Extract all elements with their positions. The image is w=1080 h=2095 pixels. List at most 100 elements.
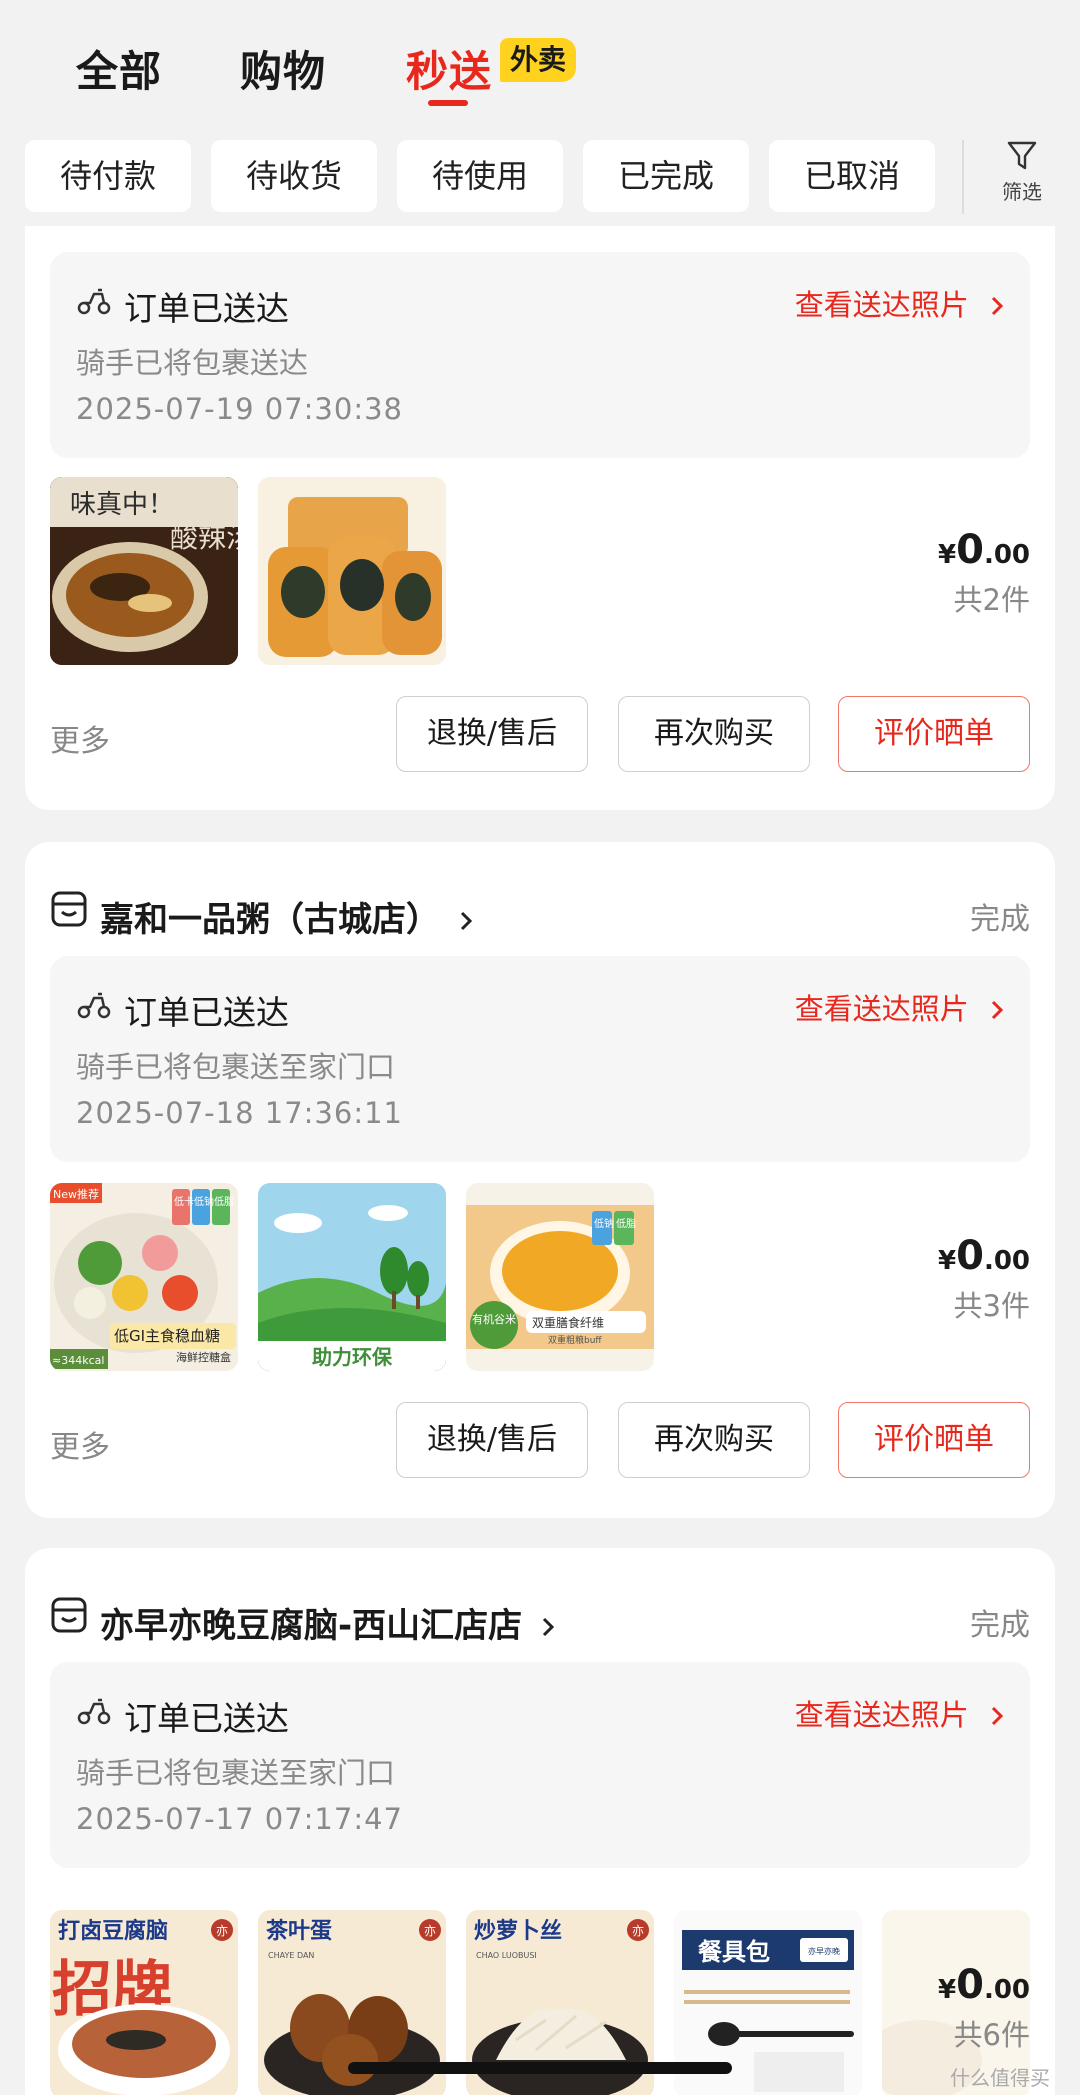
top-tabs: 全部 购物 秒送 外卖 — [0, 28, 1080, 118]
view-delivery-photo-link[interactable]: 查看送达照片 — [795, 1692, 1006, 1734]
order-status: 完成 — [970, 1608, 1030, 1643]
scooter-icon — [77, 992, 111, 1019]
product-image-sour-soup[interactable]: 味真中！ 酸辣汤 — [50, 477, 238, 665]
order-price-block: ¥0.00 共2件 — [938, 527, 1030, 619]
delivery-subtitle: 骑手已将包裹送至家门口 — [76, 1050, 396, 1084]
product-image-tofu-pudding[interactable]: 打卤豆腐脑 亦 招牌 — [50, 1910, 238, 2095]
delivery-time: 2025-07-18 17:36:11 — [76, 1096, 403, 1130]
svg-text:亦: 亦 — [216, 1923, 228, 1938]
svg-text:低脂: 低脂 — [214, 1195, 234, 1208]
filter-button[interactable]: 筛选 — [988, 140, 1056, 214]
product-image-seaweed-fritter[interactable] — [258, 477, 446, 665]
more-button[interactable]: 更多 — [50, 716, 110, 760]
svg-text:低GI主食稳血糖: 低GI主食稳血糖 — [114, 1327, 220, 1345]
more-button[interactable]: 更多 — [50, 1422, 110, 1466]
chevron-right-icon — [542, 1617, 555, 1637]
delivery-title: 订单已送达 — [124, 1699, 289, 1738]
order-price: ¥0.00 — [938, 527, 1030, 573]
order-status: 完成 — [970, 902, 1030, 937]
filter-divider — [962, 140, 964, 214]
review-button[interactable]: 评价晒单 — [838, 696, 1030, 772]
return-aftersale-button[interactable]: 退换/售后 — [396, 1402, 588, 1478]
store-name[interactable]: 嘉和一品粥（古城店） — [100, 892, 474, 941]
tab-instant-delivery[interactable]: 秒送 — [406, 38, 492, 106]
tab-shopping[interactable]: 购物 — [240, 38, 326, 99]
takeout-badge: 外卖 — [500, 38, 577, 82]
svg-text:亦早亦晚: 亦早亦晚 — [808, 1946, 840, 1956]
order-actions: 更多 退换/售后 再次购买 评价晒单 — [50, 696, 1030, 772]
svg-text:低钠: 低钠 — [194, 1195, 214, 1208]
svg-text:打卤豆腐脑: 打卤豆腐脑 — [58, 1918, 168, 1944]
svg-text:双重膳食纤维: 双重膳食纤维 — [532, 1315, 604, 1330]
thumb-text-1: 味真中！ — [70, 490, 174, 520]
svg-text:亦: 亦 — [424, 1923, 436, 1938]
order-card[interactable]: 订单已送达 骑手已将包裹送达 2025-07-19 07:30:38 查看送达照… — [25, 200, 1055, 810]
filter-button-label: 筛选 — [1002, 180, 1042, 204]
filter-completed[interactable]: 已完成 — [583, 140, 749, 212]
svg-text:≈344kcal: ≈344kcal — [52, 1354, 104, 1367]
delivery-title: 订单已送达 — [124, 993, 289, 1032]
product-thumbnails: New推荐 低卡 低钠 低脂 低GI主食稳血糖 海鲜控糖盒 ≈344kcal 助… — [50, 1183, 1030, 1373]
store-name-label: 嘉和一品粥（古城店） — [100, 900, 440, 940]
order-price-block: ¥0.00 共6件 — [938, 1962, 1030, 2054]
delivery-status-box: 订单已送达 骑手已将包裹送至家门口 2025-07-18 17:36:11 查看… — [50, 956, 1030, 1162]
store-row[interactable]: 亦早亦晚豆腐脑-西山汇店店 完成 — [50, 1594, 1030, 1647]
delivery-subtitle: 骑手已将包裹送达 — [76, 346, 309, 380]
store-icon — [51, 1597, 87, 1633]
order-item-count: 共2件 — [953, 583, 1030, 617]
svg-text:CHAYE DAN: CHAYE DAN — [268, 1951, 314, 1960]
product-image-salad-bowl[interactable]: New推荐 低卡 低钠 低脂 低GI主食稳血糖 海鲜控糖盒 ≈344kcal — [50, 1183, 238, 1371]
view-delivery-photo-label: 查看送达照片 — [794, 992, 969, 1026]
order-card[interactable]: 嘉和一品粥（古城店） 完成 订单已送达 骑手已将包裹送至家门口 2025-07-… — [25, 842, 1055, 1518]
svg-text:茶叶蛋: 茶叶蛋 — [266, 1919, 332, 1944]
filter-cancelled[interactable]: 已取消 — [769, 140, 935, 212]
filter-pending-receipt[interactable]: 待收货 — [211, 140, 377, 212]
chevron-right-icon — [991, 1000, 1004, 1020]
svg-text:有机谷米: 有机谷米 — [472, 1312, 516, 1326]
svg-text:助力环保: 助力环保 — [312, 1345, 393, 1369]
scooter-icon — [77, 288, 111, 315]
store-icon — [51, 891, 87, 927]
filter-row: 待付款 待收货 待使用 已完成 已取消 筛选 — [0, 138, 1080, 214]
delivery-title: 订单已送达 — [124, 289, 289, 328]
order-item-count: 共6件 — [953, 2018, 1030, 2052]
order-price: ¥0.00 — [938, 1233, 1030, 1279]
view-delivery-photo-label: 查看送达照片 — [794, 288, 969, 322]
product-image-eco[interactable]: 助力环保 — [258, 1183, 446, 1371]
svg-text:餐具包: 餐具包 — [698, 1938, 770, 1966]
view-delivery-photo-label: 查看送达照片 — [794, 1698, 969, 1732]
view-delivery-photo-link[interactable]: 查看送达照片 — [795, 282, 1006, 324]
home-indicator[interactable] — [348, 2062, 732, 2074]
svg-text:双重粗粮buff: 双重粗粮buff — [548, 1334, 602, 1346]
store-row[interactable]: 嘉和一品粥（古城店） 完成 — [50, 888, 1030, 941]
tab-all[interactable]: 全部 — [76, 38, 162, 99]
delivery-status-box: 订单已送达 骑手已将包裹送达 2025-07-19 07:30:38 查看送达照… — [50, 252, 1030, 458]
scooter-icon — [77, 1698, 111, 1725]
order-price-block: ¥0.00 共3件 — [938, 1233, 1030, 1325]
delivery-subtitle: 骑手已将包裹送至家门口 — [76, 1756, 396, 1790]
order-card[interactable]: 亦早亦晚豆腐脑-西山汇店店 完成 订单已送达 骑手已将包裹送至家门口 2025-… — [25, 1548, 1055, 2095]
filter-pending-payment[interactable]: 待付款 — [25, 140, 191, 212]
return-aftersale-button[interactable]: 退换/售后 — [396, 696, 588, 772]
delivery-time: 2025-07-17 07:17:47 — [76, 1802, 403, 1836]
order-price: ¥0.00 — [938, 1962, 1030, 2008]
buy-again-button[interactable]: 再次购买 — [618, 696, 810, 772]
svg-text:亦: 亦 — [632, 1923, 644, 1938]
buy-again-button[interactable]: 再次购买 — [618, 1402, 810, 1478]
store-name[interactable]: 亦早亦晚豆腐脑-西山汇店店 — [100, 1598, 556, 1647]
view-delivery-photo-link[interactable]: 查看送达照片 — [795, 986, 1006, 1028]
product-image-porridge[interactable]: 低钠 低脂 有机谷米 双重膳食纤维 双重粗粮buff — [466, 1183, 654, 1371]
active-tab-underline — [428, 100, 468, 106]
delivery-status-box: 订单已送达 骑手已将包裹送至家门口 2025-07-17 07:17:47 查看… — [50, 1662, 1030, 1868]
svg-text:低脂: 低脂 — [616, 1217, 636, 1230]
svg-text:CHAO LUOBUSI: CHAO LUOBUSI — [476, 1951, 537, 1960]
filter-pending-use[interactable]: 待使用 — [397, 140, 563, 212]
chevron-right-icon — [991, 1706, 1004, 1726]
chevron-right-icon — [460, 911, 472, 931]
svg-text:炒萝卜丝: 炒萝卜丝 — [474, 1918, 562, 1944]
order-item-count: 共3件 — [953, 1289, 1030, 1323]
watermark: 什么值得买 — [950, 2066, 1050, 2090]
chevron-right-icon — [991, 296, 1004, 316]
store-name-label: 亦早亦晚豆腐脑-西山汇店店 — [100, 1606, 523, 1646]
review-button[interactable]: 评价晒单 — [838, 1402, 1030, 1478]
